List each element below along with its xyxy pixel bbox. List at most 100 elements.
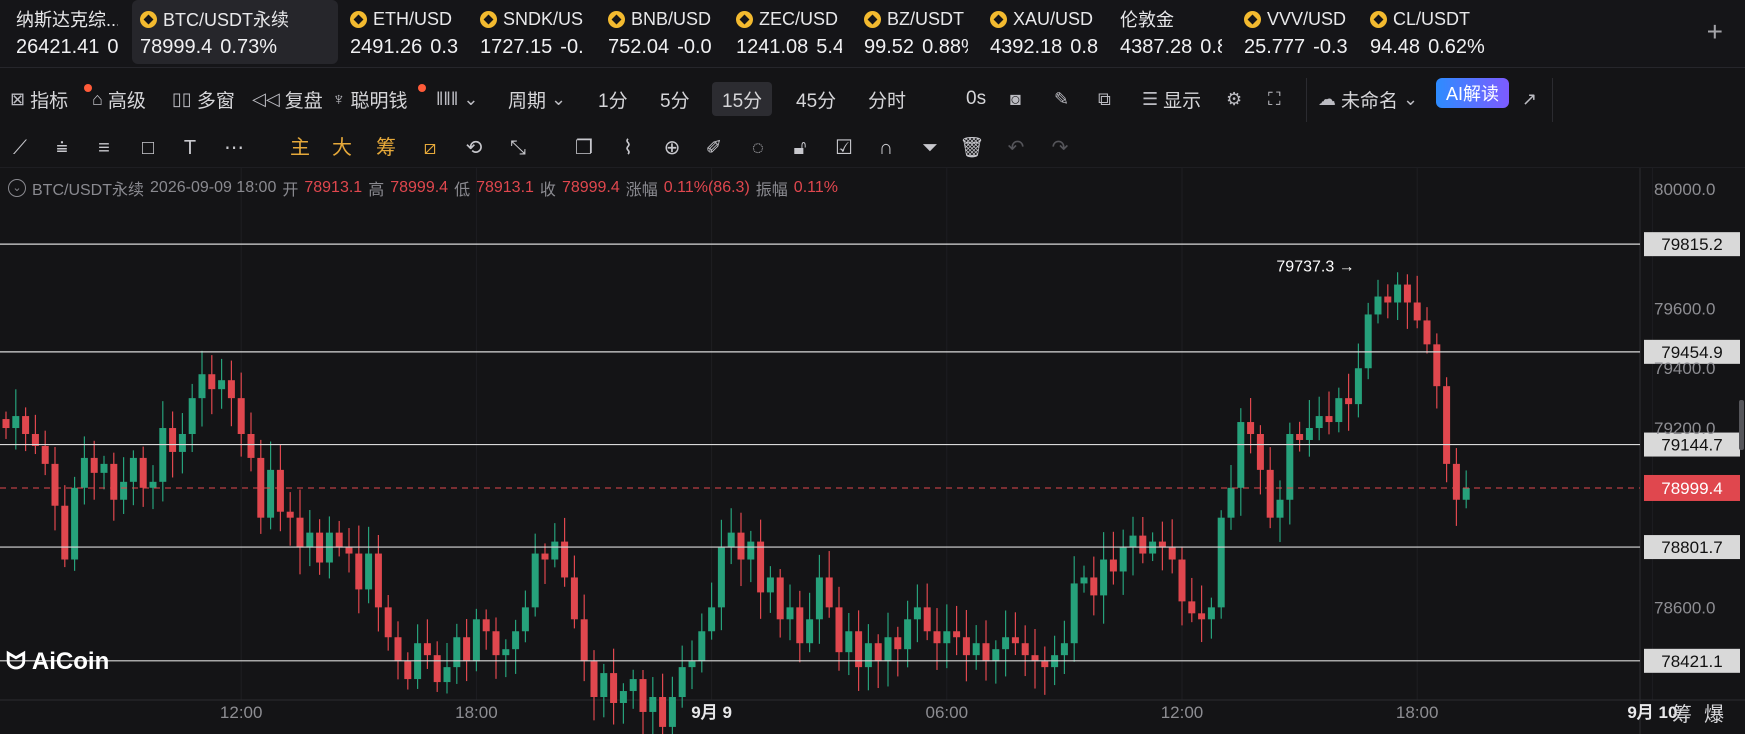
price-axis-scroll-handle[interactable] [1739,400,1744,450]
candlestick-icon: ǁǁǁ [436,88,459,109]
ticker-tab[interactable]: 伦敦金 4387.28 0.8 [1112,0,1230,64]
text-tool-icon[interactable]: T [176,134,204,162]
ticker-tab[interactable]: VVV/USD 25.777 -0.3 [1236,0,1356,64]
ticker-values: 4387.28 0.8 [1120,36,1222,64]
trash-icon[interactable]: 🗑︎ [958,134,986,162]
big-order-button[interactable]: 大 [328,134,356,162]
chip-button[interactable]: 筹 [372,134,400,162]
ticker-tab[interactable]: BTC/USDT永续 78999.4 0.73% [132,0,338,64]
period-timeshare-label: 分时 [868,90,907,112]
period-1m[interactable]: 1分 [598,82,628,116]
period-5m[interactable]: 5分 [660,82,690,116]
multi-window-button[interactable]: ▯▯ 多窗 [172,82,235,116]
highlighter-tool-icon[interactable]: ✐ [700,134,728,162]
new-window-button[interactable]: ⧉ [1098,82,1111,116]
filter-icon[interactable]: ⏷ [916,134,944,162]
candlestick-chart[interactable]: 79815.279454.979144.778801.778421.180000… [0,168,1745,734]
advanced-button[interactable]: ⌂ 高级 [92,82,146,116]
chart-background [0,168,1745,734]
measure-tool-icon[interactable]: ⤡ [504,134,532,162]
layout-dropdown[interactable]: ☁ 未命名 ⌄ [1318,82,1418,116]
copy-tool-icon[interactable]: ❐ [570,134,598,162]
parallel-lines-tool-icon[interactable]: ⩧ [48,134,76,162]
ticker-tab[interactable]: SNDK/US 1727.15 -0. [472,0,594,64]
ticker-tab[interactable]: CL/USDT 94.48 0.62% [1362,0,1524,64]
ohlc-low: 78913.1 [476,179,534,196]
replay-button[interactable]: ◁◁ 复盘 [252,82,323,116]
candle-body [492,631,500,656]
refresh-tool-icon[interactable]: ⟲ [460,134,488,162]
max-price-marker: 79737.3 → [1276,258,1354,275]
more-tools-icon[interactable]: ⋯ [220,134,248,162]
fullscreen-button[interactable]: ⛶ [1268,82,1281,116]
candle-body [1247,422,1255,434]
candle-body [394,637,402,662]
ai-interpret-button[interactable]: AI解读 [1436,78,1510,108]
ticker-values: 94.48 0.62% [1370,36,1516,64]
ruler-tool-icon[interactable]: ⌇ [614,134,642,162]
chart-type-dropdown[interactable]: ǁǁǁ ⌄ [436,82,478,116]
horizontal-lines-tool-icon[interactable]: ≡ [90,134,118,162]
ticker-tab[interactable]: ETH/USD 2491.26 0.3 [342,0,466,64]
candle-body [1256,434,1264,470]
candle-body [1237,422,1245,488]
gear-icon: ⚙ [1226,88,1243,109]
ticker-tab[interactable]: BZ/USDT 99.52 0.88% [856,0,976,64]
candle-body [1002,637,1010,650]
period-45m[interactable]: 45分 [796,82,836,116]
smart-money-button[interactable]: ♆ 聪明钱 [332,82,426,116]
trend-line-tool-icon[interactable]: ⟋ [6,134,34,162]
ticker-name-text: 纳斯达克综... [16,10,118,30]
candle-body [757,541,765,593]
ohlc-datetime: 2026-09-09 18:00 [150,179,277,196]
candle-body [1090,577,1098,596]
ticker-tab[interactable]: ZEC/USD 1241.08 5.4 [728,0,850,64]
candle-body [904,619,912,650]
main-chart-button[interactable]: 主 [286,134,314,162]
undo-icon[interactable]: ↶ [1002,134,1030,162]
candle-body [933,631,941,644]
magic-tool-icon[interactable]: ⧄ [416,134,444,162]
ticker-tab[interactable]: BNB/USD 752.04 -0.0 [600,0,722,64]
candle-body [1403,284,1411,303]
candle-body [433,655,441,683]
bottom-right-tools[interactable]: 筹爆 [1672,698,1736,727]
display-button[interactable]: ☰ 显示 [1142,82,1201,116]
period-15m[interactable]: 15分 [712,82,773,116]
ticker-tab[interactable]: 纳斯达克综... 26421.41 0.0 [8,0,126,64]
drawing-toolbar: ⟋ ⩧ ≡ □ T ⋯ 主 大 筹 ⧄ ⟲ ⤡ ❐ ⌇ ⊕ ✐ ◌ 🔓︎ ☑ ∩… [0,128,1745,168]
candle-body [110,463,118,500]
ticker-name: 伦敦金 [1120,6,1222,32]
toolbar-divider [1552,78,1553,122]
add-tab-icon[interactable]: + [1707,16,1723,48]
grid-icon: ▯▯ [172,88,192,109]
candle-body [1011,637,1019,644]
candle-body [100,463,108,473]
lock-icon[interactable]: 🔓︎ [786,134,814,162]
watermark-text: AiCoin [31,648,110,675]
rectangle-tool-icon[interactable]: □ [134,134,162,162]
period-timeshare[interactable]: 分时 [868,82,906,116]
share-button[interactable]: ↗ [1522,82,1537,116]
candle-body [845,631,853,653]
settings-button[interactable]: ⚙ [1226,82,1242,116]
magnet-icon[interactable]: ∩ [872,134,900,162]
candle-body [835,607,843,653]
candle-body [1041,661,1049,668]
zoom-tool-icon[interactable]: ⊕ [658,134,686,162]
period-dropdown[interactable]: 周期 ⌄ [508,82,566,116]
candle-body [1364,314,1372,369]
candle-body [1227,487,1235,518]
ticker-tab[interactable]: XAU/USD 4392.18 0.8 [982,0,1106,64]
screenshot-button[interactable]: ◙ [1010,82,1021,116]
indicator-button[interactable]: ⊠ 指标 [10,82,92,116]
candle-body [776,577,784,620]
hide-drawings-icon[interactable]: ◌ [744,134,772,162]
candle-body [1080,577,1088,584]
edit-button[interactable]: ✎ [1054,82,1069,116]
alert-edit-icon[interactable]: ☑ [830,134,858,162]
candle-body [198,374,206,399]
candle-body [12,416,20,429]
collapse-icon[interactable]: ⌄ [8,179,26,197]
redo-icon[interactable]: ↷ [1046,134,1074,162]
